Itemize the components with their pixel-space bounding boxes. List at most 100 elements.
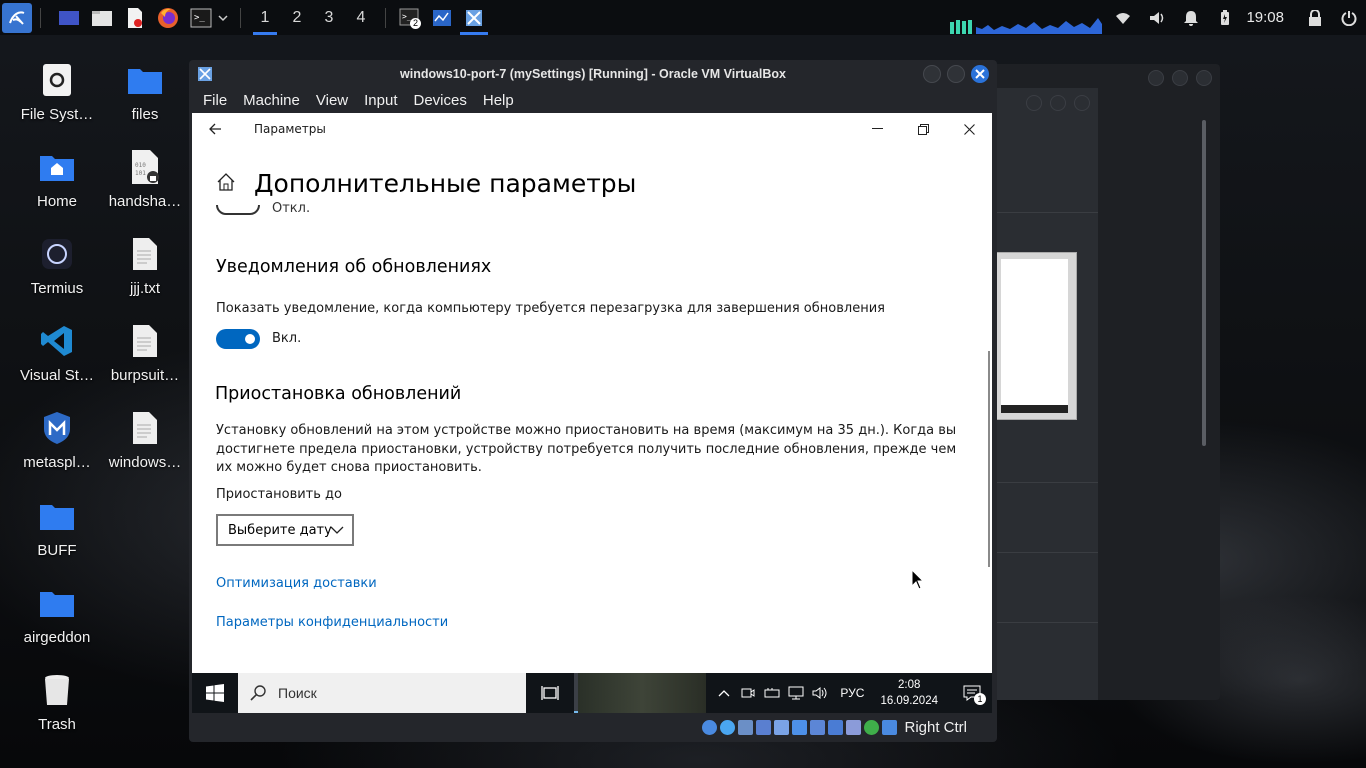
cut-off-toggle[interactable] bbox=[216, 205, 260, 217]
kali-menu-icon[interactable] bbox=[2, 2, 32, 33]
network-adapter-icon[interactable] bbox=[756, 720, 772, 735]
bg-inner-maximize-button[interactable] bbox=[1050, 95, 1066, 111]
terminal-dropdown-icon[interactable] bbox=[214, 5, 232, 31]
desktop-icon-label: jjj.txt bbox=[130, 280, 160, 297]
taskbar-virtualbox-app[interactable] bbox=[458, 0, 490, 35]
show-hidden-icons-chevron-icon[interactable] bbox=[712, 689, 736, 697]
menu-view[interactable]: View bbox=[316, 92, 348, 109]
vbox-title: windows10-port-7 (mySettings) [Running] … bbox=[400, 67, 786, 81]
desktop-icon-trash[interactable]: Trash bbox=[12, 668, 102, 733]
notifications-toggle-label: Вкл. bbox=[272, 331, 302, 346]
language-indicator[interactable]: РУС bbox=[832, 686, 872, 700]
settings-scrollbar[interactable] bbox=[988, 351, 990, 567]
workspace-2[interactable]: 2 bbox=[281, 0, 313, 35]
desktop-icon-home[interactable]: Home bbox=[12, 145, 102, 210]
vbox-close-button[interactable] bbox=[971, 65, 989, 83]
workspace-1[interactable]: 1 bbox=[249, 0, 281, 35]
panel-separator bbox=[240, 7, 241, 28]
audio-icon[interactable] bbox=[738, 720, 754, 735]
windows-search-box[interactable]: Поиск bbox=[238, 673, 526, 713]
hard-disk-icon[interactable] bbox=[702, 720, 718, 735]
optical-drive-icon[interactable] bbox=[720, 720, 736, 735]
menu-file[interactable]: File bbox=[203, 92, 227, 109]
bg-inner-minimize-button[interactable] bbox=[1026, 95, 1042, 111]
window-thumbnail-preview bbox=[996, 252, 1077, 420]
desktop-icon-windows[interactable]: windows… bbox=[100, 406, 190, 471]
vbox-maximize-button[interactable] bbox=[947, 65, 965, 83]
shared-folders-icon[interactable] bbox=[792, 720, 808, 735]
bg-inner-close-button[interactable] bbox=[1074, 95, 1090, 111]
settings-titlebar[interactable]: Параметры bbox=[192, 113, 992, 145]
desktop-icon-handshake[interactable]: 010 101 handsha… bbox=[100, 145, 190, 210]
desktop-icon-metasploit[interactable]: metaspl… bbox=[12, 406, 102, 471]
task-view-icon[interactable] bbox=[526, 673, 574, 713]
panel-clock[interactable]: 19:08 bbox=[1246, 9, 1284, 26]
text-editor-icon[interactable] bbox=[122, 5, 148, 31]
desktop-icon-termius[interactable]: Termius bbox=[12, 232, 102, 297]
firefox-icon[interactable] bbox=[155, 5, 181, 31]
menu-machine[interactable]: Machine bbox=[243, 92, 300, 109]
show-desktop-icon[interactable] bbox=[56, 5, 82, 31]
vbox-titlebar[interactable]: windows10-port-7 (mySettings) [Running] … bbox=[189, 60, 997, 88]
delivery-optimization-link[interactable]: Оптимизация доставки bbox=[216, 576, 377, 591]
back-arrow-icon[interactable] bbox=[208, 121, 222, 140]
workspace-4[interactable]: 4 bbox=[345, 0, 377, 35]
desktop-icon-file-system[interactable]: File Syst… bbox=[12, 58, 102, 123]
desktop-icon-burpsuite[interactable]: burpsuit… bbox=[100, 319, 190, 384]
file-manager-icon[interactable] bbox=[89, 5, 115, 31]
drive-icon bbox=[35, 58, 79, 102]
privacy-settings-link[interactable]: Параметры конфиденциальности bbox=[216, 615, 448, 630]
pause-date-select[interactable]: Выберите дату bbox=[216, 514, 354, 546]
desktop-icon-files[interactable]: files bbox=[100, 58, 190, 123]
terminal-icon[interactable]: >_ bbox=[188, 5, 214, 31]
mouse-integration-icon[interactable] bbox=[882, 720, 898, 735]
display-icon[interactable] bbox=[810, 720, 826, 735]
menu-devices[interactable]: Devices bbox=[414, 92, 467, 109]
battery-icon bbox=[1208, 9, 1242, 26]
action-center-icon[interactable]: 1 bbox=[952, 685, 992, 705]
desktop-icon-jjj-txt[interactable]: jjj.txt bbox=[100, 232, 190, 297]
meet-now-icon[interactable] bbox=[736, 686, 760, 700]
taskbar-terminal-app[interactable]: >_ 2 bbox=[394, 0, 426, 35]
desktop-icon-vscode[interactable]: Visual St… bbox=[12, 319, 102, 384]
volume-icon[interactable] bbox=[1140, 10, 1174, 26]
menu-input[interactable]: Input bbox=[364, 92, 397, 109]
windows-clock[interactable]: 2:08 16.09.2024 bbox=[880, 677, 938, 709]
bg-window-minimize-button[interactable] bbox=[1148, 70, 1164, 86]
vtx-icon[interactable] bbox=[846, 720, 862, 735]
desktop-icon-buff[interactable]: BUFF bbox=[12, 494, 102, 559]
desktop-icon-label: BUFF bbox=[37, 542, 77, 559]
network-wired-icon[interactable] bbox=[784, 686, 808, 700]
device-icon[interactable] bbox=[760, 687, 784, 699]
search-icon bbox=[250, 685, 266, 701]
recording-icon[interactable] bbox=[828, 720, 844, 735]
settings-close-button[interactable] bbox=[946, 113, 992, 145]
vbox-minimize-button[interactable] bbox=[923, 65, 941, 83]
bg-window-maximize-button[interactable] bbox=[1172, 70, 1188, 86]
speaker-icon[interactable] bbox=[808, 686, 832, 700]
close-icon bbox=[975, 69, 985, 79]
guest-display[interactable]: Параметры Дополнительные параметры Откл. bbox=[192, 113, 992, 713]
settings-minimize-button[interactable] bbox=[854, 113, 900, 145]
system-tray: РУС 2:08 16.09.2024 1 bbox=[712, 673, 992, 713]
notifications-toggle[interactable] bbox=[216, 329, 260, 349]
workspace-3[interactable]: 3 bbox=[313, 0, 345, 35]
folder-icon bbox=[35, 494, 79, 538]
windows-start-icon[interactable] bbox=[192, 673, 238, 713]
vbox-statusbar: Right Ctrl bbox=[189, 713, 997, 742]
home-icon[interactable] bbox=[216, 172, 236, 196]
notification-bell-icon[interactable] bbox=[1174, 10, 1208, 26]
guest-additions-icon[interactable] bbox=[864, 720, 880, 735]
usb-icon[interactable] bbox=[774, 720, 790, 735]
power-icon[interactable] bbox=[1332, 10, 1366, 26]
pause-heading: Приостановка обновлений bbox=[215, 384, 462, 404]
lock-icon[interactable] bbox=[1298, 9, 1332, 26]
settings-restore-button[interactable] bbox=[900, 113, 946, 145]
taskbar-monitor-app[interactable] bbox=[426, 0, 458, 35]
desktop-icon-airgeddon[interactable]: airgeddon bbox=[12, 581, 102, 646]
desktop-icon-label: windows… bbox=[108, 454, 182, 471]
bg-window-scrollbar[interactable] bbox=[1202, 120, 1206, 446]
bg-window-close-button[interactable] bbox=[1196, 70, 1212, 86]
menu-help[interactable]: Help bbox=[483, 92, 514, 109]
network-icon[interactable] bbox=[1106, 11, 1140, 25]
